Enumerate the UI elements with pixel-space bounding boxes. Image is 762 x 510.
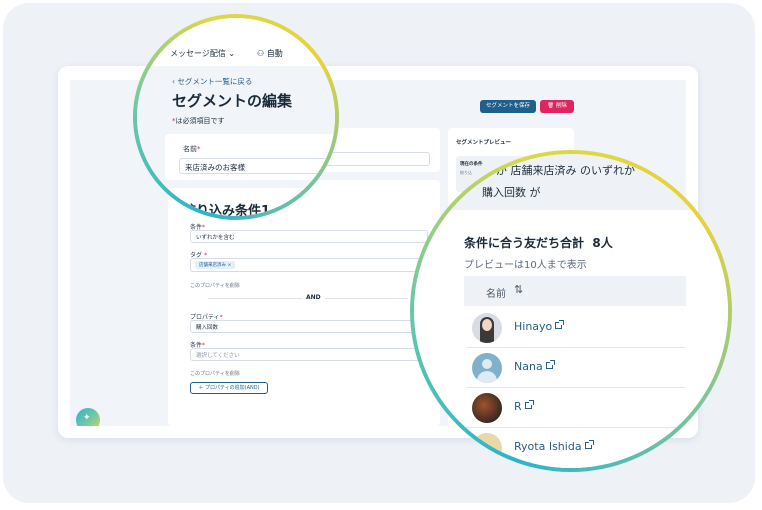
magnifier-preview: が 店舗来店済み のいずれか 購入回数 が 条件に合う友だち合計 8人 プレビュ…: [410, 150, 732, 472]
filter-card-zoom: 絞り込み条件1: [165, 188, 335, 216]
condition-line-2: 購入回数 が: [482, 186, 541, 199]
property-select[interactable]: 購入回数: [190, 320, 428, 333]
name-label: 名前*: [183, 145, 201, 153]
magnifier-editor: メッセージ配信 ⌄ ⚇ 自動 ‹ セグメント一覧に戻る セグメントの編集 *は必…: [133, 14, 339, 220]
delete-property2-link[interactable]: このプロパティを削除: [190, 370, 240, 377]
tag-chip: 店舗来店済み ×: [195, 261, 236, 269]
required-note: *は必須項目です: [172, 117, 225, 125]
sparkle-icon: ✦: [83, 413, 91, 423]
preview-limit-note: プレビューは10人まで表示: [464, 260, 587, 271]
chevron-down-icon: ⌄: [228, 49, 236, 58]
remove-tag-icon[interactable]: ×: [227, 263, 231, 268]
nav-auto-menu[interactable]: ⚇ 自動: [257, 48, 283, 59]
help-button[interactable]: ✦: [76, 408, 100, 426]
sort-icon[interactable]: ⇅: [514, 283, 523, 296]
external-link-icon: [584, 440, 594, 449]
avatar: [472, 433, 502, 463]
add-property-button[interactable]: ＋ プロパティの追加(AND): [190, 382, 268, 394]
avatar: [472, 353, 502, 383]
user-name-link[interactable]: Nana: [514, 360, 555, 373]
name-card-zoom: 名前* 来店済みのお客様: [165, 134, 335, 180]
back-link[interactable]: ‹ セグメント一覧に戻る: [172, 76, 252, 87]
total-label: 条件に合う友だち合計 8人: [464, 236, 613, 250]
user-name-link[interactable]: Ryota Ishida: [514, 440, 594, 453]
magnifier-editor-inner: メッセージ配信 ⌄ ⚇ 自動 ‹ セグメント一覧に戻る セグメントの編集 *は必…: [137, 18, 335, 216]
magnifier-preview-inner: が 店舗来店済み のいずれか 購入回数 が 条件に合う友だち合計 8人 プレビュ…: [414, 154, 728, 468]
plus-icon: ＋: [198, 385, 204, 391]
total-count: 8人: [592, 236, 613, 250]
delete-property-link[interactable]: このプロパティを削除: [190, 282, 240, 289]
filter-title: 絞り込み条件1: [183, 204, 271, 216]
chevron-left-icon: ‹: [172, 77, 175, 86]
filter-card: 条件* いずれかを含む タグ * 店舗来店済み × このプロパティを削除 AND…: [168, 180, 440, 426]
page-title: セグメントの編集: [172, 92, 293, 110]
preview-title: セグメントプレビュー: [456, 140, 512, 146]
delete-button[interactable]: 🗑 削除: [540, 100, 574, 113]
name-input-zoom[interactable]: 来店済みのお客様: [179, 158, 335, 174]
user-name-link[interactable]: Hinayo: [514, 320, 565, 333]
condition-line-1: が 店舗来店済み のいずれか: [496, 164, 635, 177]
tag-input[interactable]: 店舗来店済み ×: [190, 258, 428, 272]
nav-message-menu[interactable]: メッセージ配信 ⌄: [170, 48, 235, 59]
flow-icon: ⚇: [257, 49, 265, 58]
avatar: [472, 393, 502, 423]
external-link-icon: [545, 360, 555, 369]
condition2-select[interactable]: 選択してください: [190, 348, 428, 361]
table-header: 名前 ⇅: [464, 276, 686, 306]
condition-select[interactable]: いずれかを含む: [190, 230, 428, 243]
delete-label: 削除: [555, 103, 567, 109]
column-name[interactable]: 名前: [486, 285, 506, 300]
table-row[interactable]: Ryota Ishida: [466, 428, 686, 468]
save-segment-button[interactable]: セグメントを保存: [480, 100, 536, 113]
table-row[interactable]: Nana: [466, 348, 686, 388]
table-row[interactable]: R: [466, 388, 686, 428]
and-label: AND: [302, 294, 325, 301]
trash-icon: 🗑: [547, 103, 555, 109]
external-link-icon: [555, 320, 565, 329]
external-link-icon: [524, 400, 534, 409]
table-row[interactable]: Hinayo: [466, 308, 686, 348]
avatar: [472, 313, 502, 343]
user-name-link[interactable]: R: [514, 400, 534, 413]
